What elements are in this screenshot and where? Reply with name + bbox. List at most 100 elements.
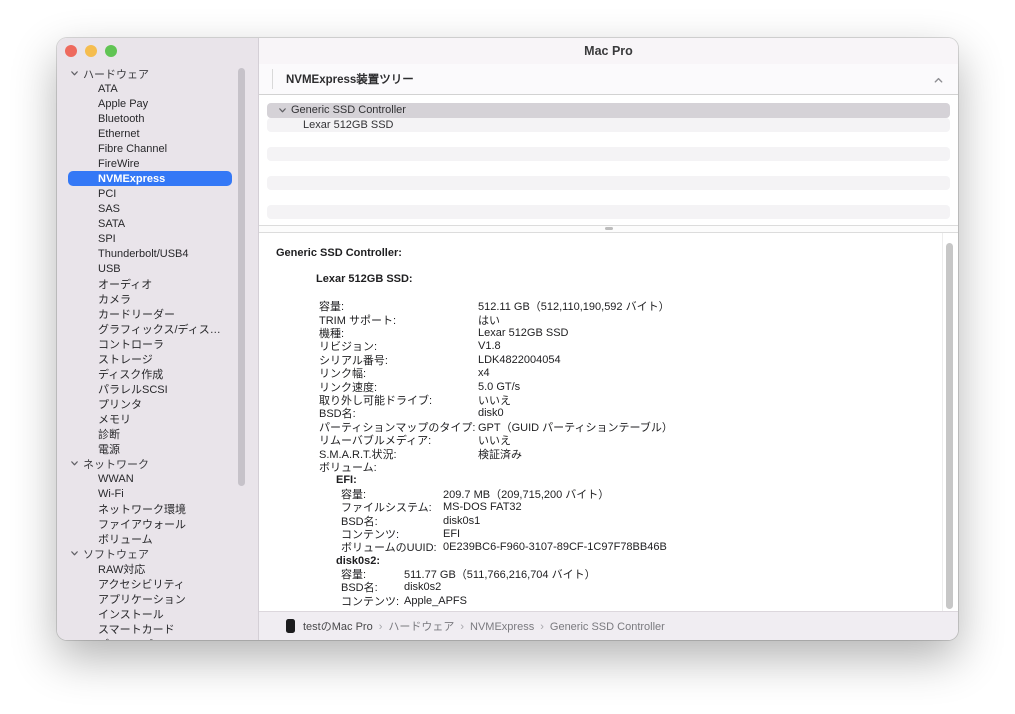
sidebar-item[interactable]: FireWire [68, 156, 232, 171]
sidebar-item[interactable]: USB [68, 261, 232, 276]
sidebar-item[interactable]: PCI [68, 186, 232, 201]
sidebar-item[interactable]: ネットワーク環境 [68, 501, 232, 516]
sidebar-item-label: インストール [98, 606, 164, 621]
breadcrumb-item[interactable]: testのMac Pro [303, 621, 373, 633]
system-information-window: ハードウェア ATAApple PayBluetoothEthernetFibre… [57, 38, 958, 640]
sidebar-item[interactable]: スマートカード [68, 621, 232, 636]
sidebar-item[interactable]: RAW対応 [68, 561, 232, 576]
detail-spacer [276, 259, 928, 272]
sidebar-item[interactable]: インストール [68, 606, 232, 621]
sidebar-item[interactable]: デベロッパ [68, 636, 232, 640]
breadcrumb-item[interactable]: Generic SSD Controller [550, 621, 665, 633]
sidebar-item[interactable]: WWAN [68, 471, 232, 486]
tree-row-empty [267, 132, 950, 147]
detail-label: Generic SSD Controller: [276, 247, 402, 259]
sidebar-item[interactable]: Thunderbolt/USB4 [68, 246, 232, 261]
window-title: Mac Pro [584, 44, 633, 58]
detail-label: Lexar 512GB SSD: [316, 273, 413, 285]
detail-value: 5.0 GT/s [478, 381, 520, 393]
breadcrumb-item[interactable]: NVMExpress [470, 621, 534, 633]
main-panel: Mac Pro NVMExpress装置ツリー Generic SSD Cont… [259, 38, 958, 640]
sidebar-item[interactable]: カードリーダー [68, 306, 232, 321]
detail-scrollbar[interactable] [946, 243, 953, 609]
sidebar-item[interactable]: ATA [68, 81, 232, 96]
sidebar-item[interactable]: カメラ [68, 291, 232, 306]
sidebar-item[interactable]: SATA [68, 216, 232, 231]
titlebar[interactable]: Mac Pro [259, 38, 958, 64]
detail-value: disk0s2 [404, 581, 441, 593]
sidebar-scrollbar[interactable] [238, 68, 245, 486]
tree-row-device[interactable]: Generic SSD Controller [267, 103, 950, 118]
tree-row-empty [267, 190, 950, 205]
sidebar-item[interactable]: ディスク作成 [68, 366, 232, 381]
minimize-button[interactable] [85, 45, 97, 57]
sidebar-item[interactable]: Ethernet [68, 126, 232, 141]
detail-value: 209.7 MB（209,715,200 バイト） [443, 486, 609, 502]
sidebar-item-label: ソフトウェア [83, 546, 149, 561]
sidebar-item[interactable]: コントローラ [68, 336, 232, 351]
detail-value: LDK4822004054 [478, 354, 561, 366]
breadcrumb-item[interactable]: ハードウェア [388, 621, 454, 633]
sidebar-item[interactable]: SPI [68, 231, 232, 246]
sidebar-item[interactable]: グラフィックス/ディス… [68, 321, 232, 336]
sidebar-item-label: ディスク作成 [98, 366, 163, 381]
sidebar-item[interactable]: Wi-Fi [68, 486, 232, 501]
sidebar-item-label: 電源 [98, 441, 120, 456]
sidebar-item[interactable]: アクセシビリティ [68, 576, 232, 591]
sidebar-item[interactable]: アプリケーション [68, 591, 232, 606]
detail-line: Lexar 512GB SSD: [276, 273, 928, 286]
breadcrumb-crumbs: testのMac Pro›ハードウェア›NVMExpress›Generic S… [303, 618, 665, 634]
chevron-up-icon[interactable] [933, 73, 944, 84]
detail-value: Lexar 512GB SSD [478, 327, 569, 339]
sidebar-item-label: FireWire [98, 158, 140, 170]
tree-row-empty [267, 147, 950, 162]
window-controls [65, 45, 117, 57]
sidebar-item-label: USB [98, 263, 121, 275]
tree-row-empty [267, 176, 950, 191]
sidebar-group[interactable]: ソフトウェア [68, 546, 232, 561]
sidebar-item[interactable]: Bluetooth [68, 111, 232, 126]
header-divider [272, 69, 273, 89]
detail-value: V1.8 [478, 340, 501, 352]
splitter-handle[interactable] [605, 227, 613, 230]
detail-value: 511.77 GB（511,766,216,704 バイト） [404, 566, 596, 582]
chevron-down-icon[interactable] [278, 106, 287, 115]
sidebar-item[interactable]: オーディオ [68, 276, 232, 291]
sidebar-group[interactable]: ネットワーク [68, 456, 232, 471]
sidebar-item[interactable]: ボリューム [68, 531, 232, 546]
maximize-button[interactable] [105, 45, 117, 57]
sidebar-item[interactable]: NVMExpress [68, 171, 232, 186]
tree-row-device[interactable]: Lexar 512GB SSD [267, 118, 950, 133]
tree-row-label: Generic SSD Controller [291, 104, 406, 116]
detail-line: ボリューム: [276, 460, 928, 473]
sidebar-item-label: ATA [98, 83, 118, 95]
sidebar-item[interactable]: Apple Pay [68, 96, 232, 111]
breadcrumb: testのMac Pro›ハードウェア›NVMExpress›Generic S… [259, 611, 958, 640]
sidebar-item-label: メモリ [98, 411, 131, 426]
sidebar-item[interactable]: ストレージ [68, 351, 232, 366]
detail-content: Generic SSD Controller:Lexar 512GB SSD:容… [259, 233, 958, 608]
sidebar-item-label: Thunderbolt/USB4 [98, 248, 189, 260]
sidebar-item-label: プリンタ [98, 396, 142, 411]
detail-value: MS-DOS FAT32 [443, 501, 522, 513]
sidebar-item[interactable]: ファイアウォール [68, 516, 232, 531]
sidebar-item[interactable]: メモリ [68, 411, 232, 426]
sidebar-group[interactable]: ハードウェア [68, 66, 232, 81]
detail-value: x4 [478, 367, 490, 379]
close-button[interactable] [65, 45, 77, 57]
sidebar-item[interactable]: 診断 [68, 426, 232, 441]
sidebar-item[interactable]: パラレルSCSI [68, 381, 232, 396]
chevron-down-icon [70, 69, 79, 78]
sidebar-item[interactable]: Fibre Channel [68, 141, 232, 156]
chevron-down-icon [70, 549, 79, 558]
splitter[interactable] [259, 225, 958, 233]
chevron-down-icon [70, 459, 79, 468]
sidebar-item-label: カメラ [98, 291, 131, 306]
sidebar-item[interactable]: 電源 [68, 441, 232, 456]
detail-pane: Generic SSD Controller:Lexar 512GB SSD:容… [259, 233, 958, 611]
sidebar-item-label: デベロッパ [98, 636, 153, 640]
sidebar-item-label: SPI [98, 233, 116, 245]
sidebar-item[interactable]: SAS [68, 201, 232, 216]
sidebar-item[interactable]: プリンタ [68, 396, 232, 411]
detail-value: disk0 [478, 407, 504, 419]
